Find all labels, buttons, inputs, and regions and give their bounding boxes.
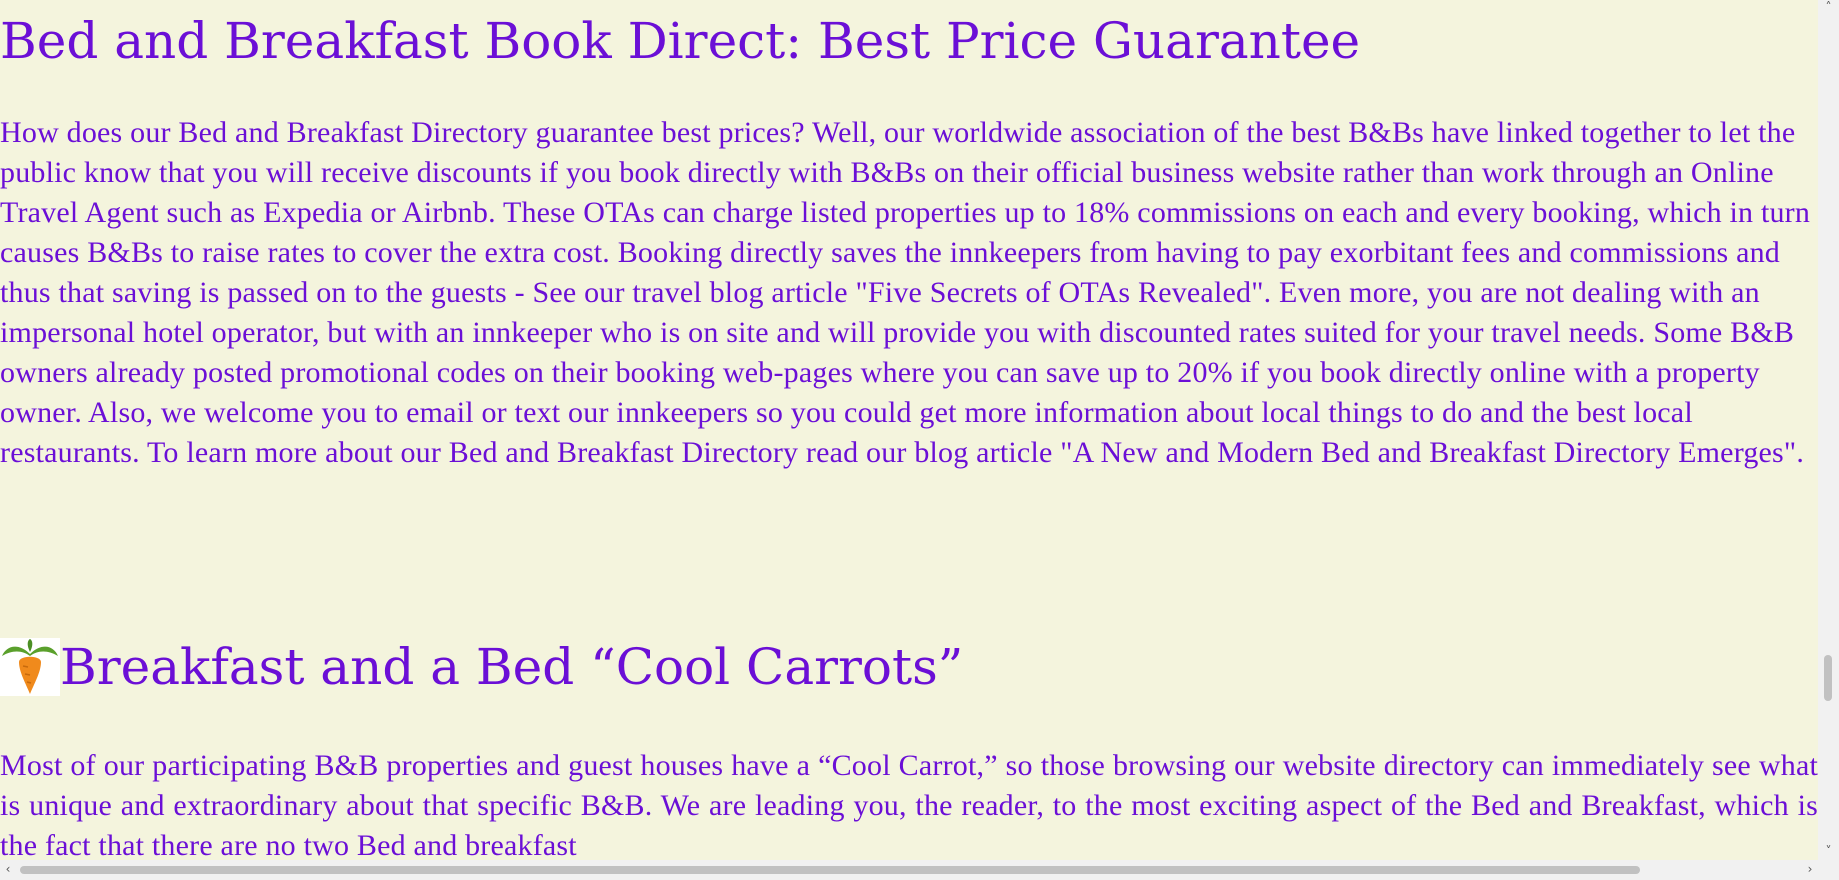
page-content: Bed and Breakfast Book Direct: Best Pric… xyxy=(0,0,1818,860)
vertical-scrollbar[interactable]: ˄ ˅ xyxy=(1818,0,1839,860)
cool-carrots-paragraph: Most of our participating B&B properties… xyxy=(0,749,1818,860)
cool-carrots-heading: Breakfast and a Bed “Cool Carrots” xyxy=(60,638,964,696)
scroll-right-icon[interactable]: › xyxy=(1802,862,1818,876)
best-price-heading: Bed and Breakfast Book Direct: Best Pric… xyxy=(0,12,1361,70)
best-price-paragraph: How does our Bed and Breakfast Directory… xyxy=(0,116,1811,469)
scroll-left-icon[interactable]: ‹ xyxy=(0,862,16,876)
horizontal-scrollbar[interactable]: ‹ › xyxy=(0,860,1839,880)
carrot-icon xyxy=(0,638,60,696)
cool-carrots-heading-row: Breakfast and a Bed “Cool Carrots” xyxy=(0,634,963,700)
horizontal-scroll-thumb[interactable] xyxy=(20,866,1640,874)
vertical-scroll-thumb[interactable] xyxy=(1824,655,1832,701)
scroll-up-icon[interactable]: ˄ xyxy=(1818,0,1839,16)
scroll-down-icon[interactable]: ˅ xyxy=(1818,844,1839,860)
